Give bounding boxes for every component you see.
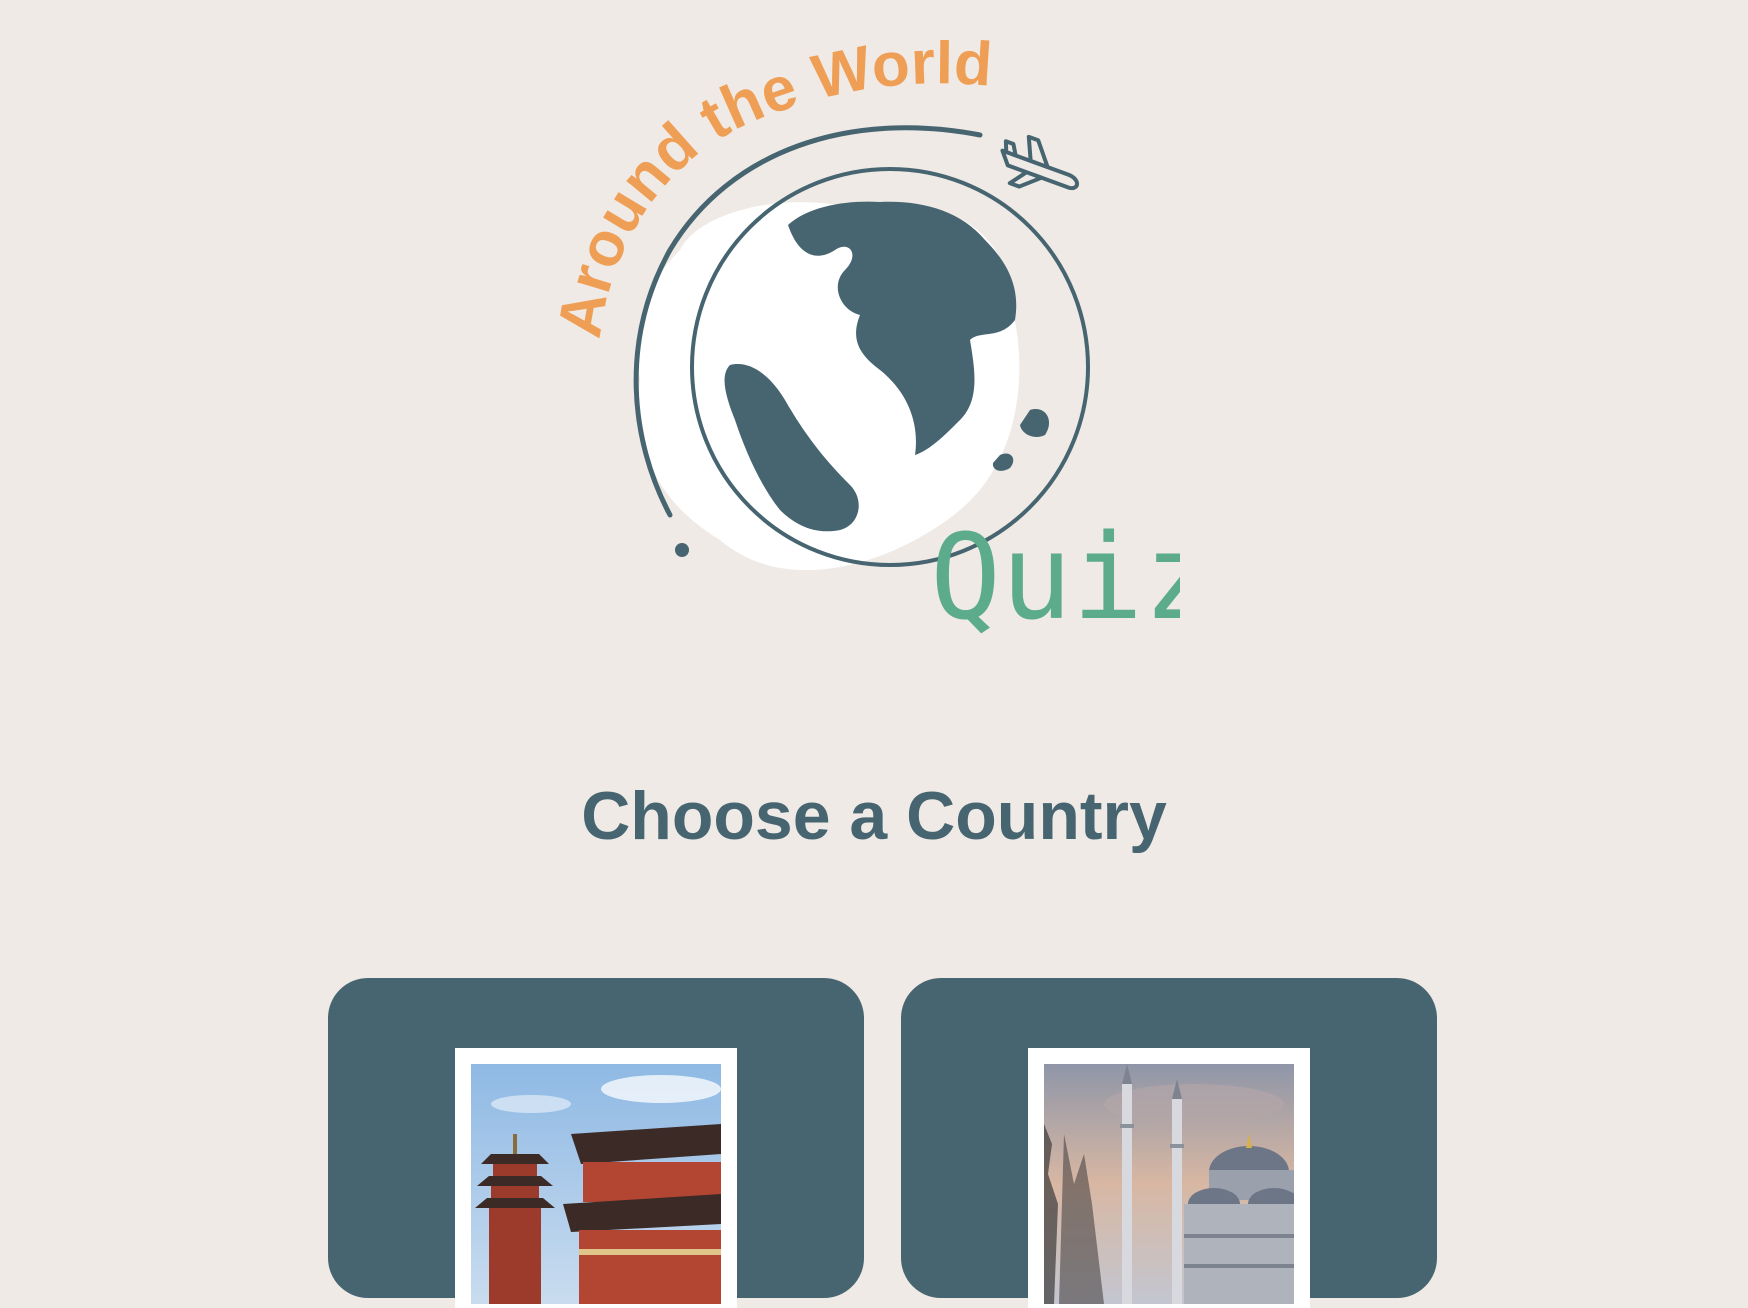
- airplane-icon: [1000, 134, 1080, 190]
- globe-logo-graphic: Around the World Quiz: [545, 28, 1214, 646]
- page-title: Choose a Country: [581, 778, 1167, 854]
- country-photo-frame: [455, 1048, 737, 1308]
- orbit-dot: [675, 543, 689, 557]
- country-photo-frame: [1028, 1048, 1310, 1308]
- country-card-turkey[interactable]: [901, 978, 1437, 1308]
- logo-quiz-text: Quiz: [930, 508, 1180, 640]
- country-card-japan[interactable]: [328, 978, 864, 1308]
- island-shape: [1020, 409, 1050, 437]
- around-the-world-quiz-logo: Around the World Quiz: [545, 28, 1214, 646]
- pagoda-temple-photo: [471, 1064, 721, 1304]
- mosque-photo: [1044, 1064, 1294, 1304]
